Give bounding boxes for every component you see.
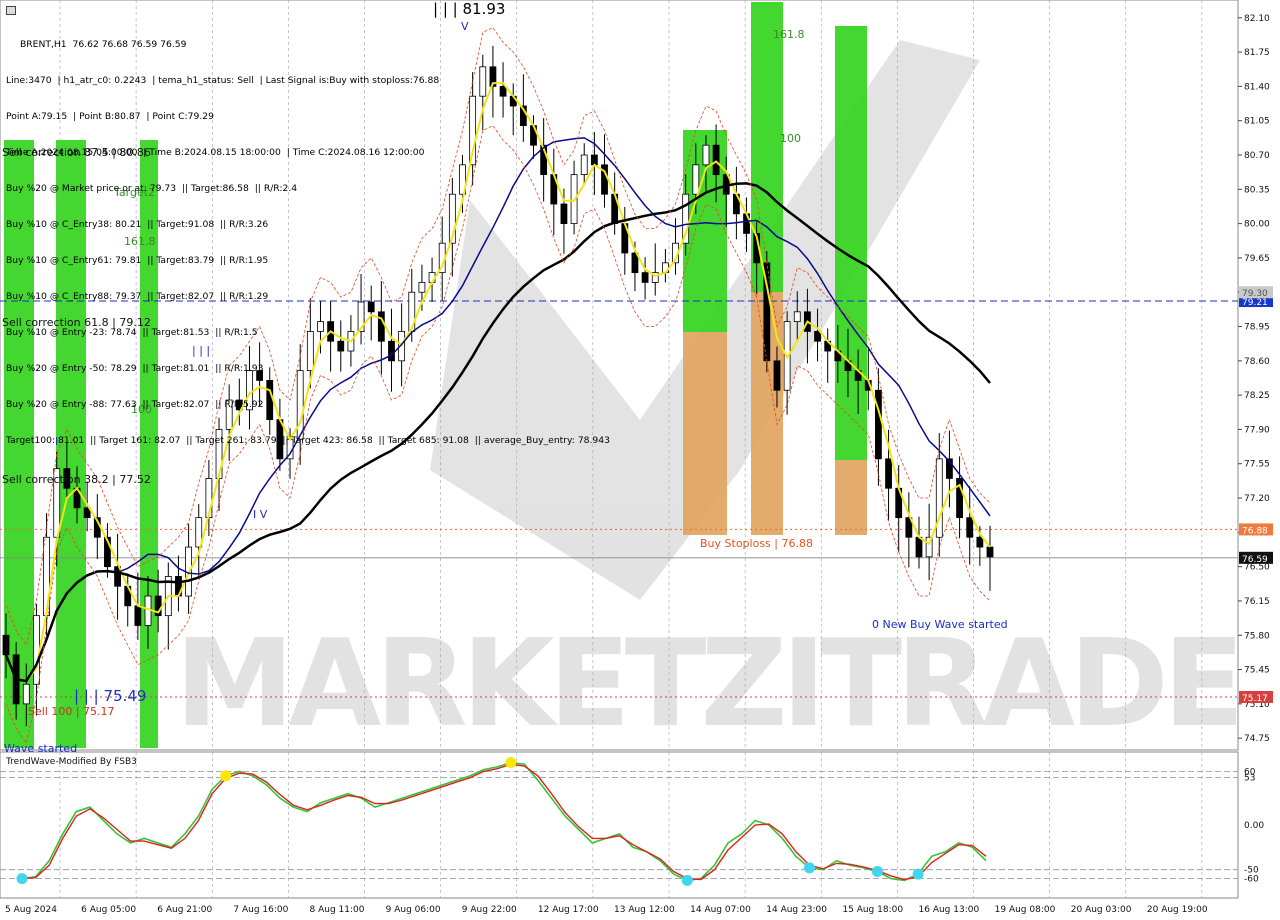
candle-body [885, 458, 892, 489]
x-tick-label: 14 Aug 07:00 [690, 905, 751, 915]
y-tick-label: 78.95 [1244, 323, 1270, 333]
oscillator-marker [681, 874, 693, 886]
price-tag: 76.88 [1239, 523, 1273, 536]
x-tick-label: 13 Aug 12:00 [614, 905, 675, 915]
oscillator-marker [803, 862, 815, 874]
info-line: Buy %20 @ Entry -88: 77.63 || Target:82.… [6, 399, 264, 410]
chart-window: MARKETZITRADE 5 Aug 2024 6 Aug 05:00 6 Aug … [0, 0, 1280, 920]
candle-body [641, 272, 649, 283]
oscillator-marker [871, 865, 883, 877]
oscillator-y-tick-label: -60 [1244, 875, 1259, 885]
y-tick-label: 78.60 [1244, 357, 1270, 367]
y-tick-label: 81.05 [1244, 117, 1270, 127]
y-tick-label: 82.10 [1244, 14, 1270, 24]
x-tick-label: 19 Aug 08:00 [995, 905, 1056, 915]
chart-annotation: 0 New Buy Wave started [872, 618, 1008, 631]
x-tick-label: 14 Aug 23:00 [766, 905, 827, 915]
watermark-text: MARKETZITRADE [175, 615, 1239, 754]
y-tick-label: 81.40 [1244, 82, 1270, 92]
signal-zone [835, 26, 867, 460]
x-tick-label: 6 Aug 05:00 [81, 905, 136, 915]
x-tick-label: 16 Aug 13:00 [919, 905, 980, 915]
price-tag: 76.59 [1239, 551, 1273, 565]
x-tick-label: 12 Aug 17:00 [538, 905, 599, 915]
candle-body [692, 164, 700, 195]
info-line: Buy %10 @ C_Entry88: 79.37 || Target:82.… [6, 291, 269, 302]
symbol-icon [6, 6, 16, 15]
chart-annotation: Sell correction 38.2 | 77.52 [2, 473, 151, 486]
y-tick-label: 77.90 [1244, 425, 1270, 435]
price-tag-label: 76.88 [1242, 526, 1268, 536]
y-tick-label: 77.55 [1244, 460, 1270, 470]
chart-annotation: | | | 75.49 [74, 687, 146, 705]
chart-annotation: Buy Stoploss | 76.88 [700, 537, 813, 550]
candle-body [2, 634, 10, 656]
oscillator-marker [912, 868, 924, 880]
oscillator-marker [16, 873, 28, 885]
candle-body [986, 546, 994, 558]
signal-zone [683, 332, 727, 535]
candle-body [712, 144, 720, 176]
x-tick-label: 8 Aug 11:00 [310, 905, 365, 915]
info-line: Buy %20 @ Market price or at: 79.73 || T… [6, 183, 298, 194]
chart-annotation: Wave started [4, 742, 77, 755]
info-line: Buy %20 @ Entry -50: 78.29 || Target:81.… [6, 363, 264, 374]
x-tick-label: 5 Aug 2024 [5, 905, 57, 915]
info-line: BRENT,H1 76.62 76.68 76.59 76.59 [20, 39, 187, 50]
candle-body [33, 615, 40, 685]
info-line: Time A:2024.08.15 04:00:00 | Time B:2024… [6, 147, 425, 158]
y-tick-label: 81.75 [1244, 48, 1270, 58]
x-tick-label: 9 Aug 22:00 [462, 905, 517, 915]
candle-body [22, 683, 30, 705]
x-tick-label: 9 Aug 06:00 [386, 905, 441, 915]
candle-body [134, 605, 142, 626]
chart-annotation: I V [253, 508, 268, 521]
info-line: Buy %10 @ C_Entry38: 80.21 || Target:91.… [6, 219, 269, 230]
y-tick-label: 75.45 [1244, 666, 1270, 676]
x-tick-label: 20 Aug 19:00 [1147, 905, 1208, 915]
info-line: Target100: 81.01 || Target 161: 82.07 ||… [6, 435, 610, 446]
y-tick-label: 74.75 [1244, 734, 1270, 744]
candle-body [793, 311, 801, 323]
price-tag: 79.30 [1239, 286, 1273, 299]
price-tag-label: 75.17 [1242, 694, 1268, 704]
candle-body [875, 389, 882, 460]
info-line: Point A:79.15 | Point B:80.87 | Point C:… [6, 111, 214, 122]
y-tick-label: 79.65 [1244, 254, 1270, 264]
signal-zone [835, 460, 867, 535]
info-line: Buy %10 @ Entry -23: 78.74 || Target:81.… [6, 327, 258, 338]
y-tick-label: 80.35 [1244, 185, 1270, 195]
oscillator-y-tick-label: 0.00 [1244, 821, 1264, 831]
price-tag-label: 79.21 [1242, 298, 1268, 308]
price-tag-label: 79.30 [1242, 289, 1268, 299]
chart-annotation: 100 [780, 132, 801, 145]
y-tick-label: 80.00 [1244, 220, 1270, 230]
info-line: Buy %10 @ C_Entry61: 79.81 || Target:83.… [6, 255, 269, 266]
candle-body [702, 144, 710, 166]
y-tick-label: 77.20 [1244, 494, 1270, 504]
x-tick-label: 15 Aug 18:00 [842, 905, 903, 915]
info-panel: BRENT,H1 76.62 76.68 76.59 76.59 Line:34… [6, 3, 610, 471]
candle-body [915, 536, 923, 558]
oscillator-marker [505, 756, 517, 768]
oscillator-title: TrendWave-Modified By FSB3 [5, 757, 137, 767]
oscillator-marker [220, 770, 232, 782]
y-tick-label: 78.25 [1244, 391, 1270, 401]
chart-annotation: Sell 100 | 75.17 [28, 705, 115, 718]
candle-body [814, 331, 821, 342]
candle-body [773, 360, 781, 391]
candle-body [966, 517, 974, 538]
y-tick-label: 80.70 [1244, 151, 1270, 161]
x-tick-label: 20 Aug 03:00 [1071, 905, 1132, 915]
price-tag-label: 76.59 [1242, 555, 1268, 565]
x-tick-label: 6 Aug 21:00 [157, 905, 212, 915]
y-tick-label: 75.80 [1244, 631, 1270, 641]
y-tick-label: 76.15 [1244, 597, 1270, 607]
oscillator-y-tick-label: 53 [1244, 774, 1255, 784]
info-line: Line:3470 | h1_atr_c0: 0.2243 | tema_h1_… [6, 75, 440, 86]
chart-annotation: 161.8 [773, 28, 805, 41]
price-tag: 75.17 [1239, 690, 1273, 704]
candle-body [976, 536, 984, 548]
x-tick-label: 7 Aug 16:00 [233, 905, 288, 915]
